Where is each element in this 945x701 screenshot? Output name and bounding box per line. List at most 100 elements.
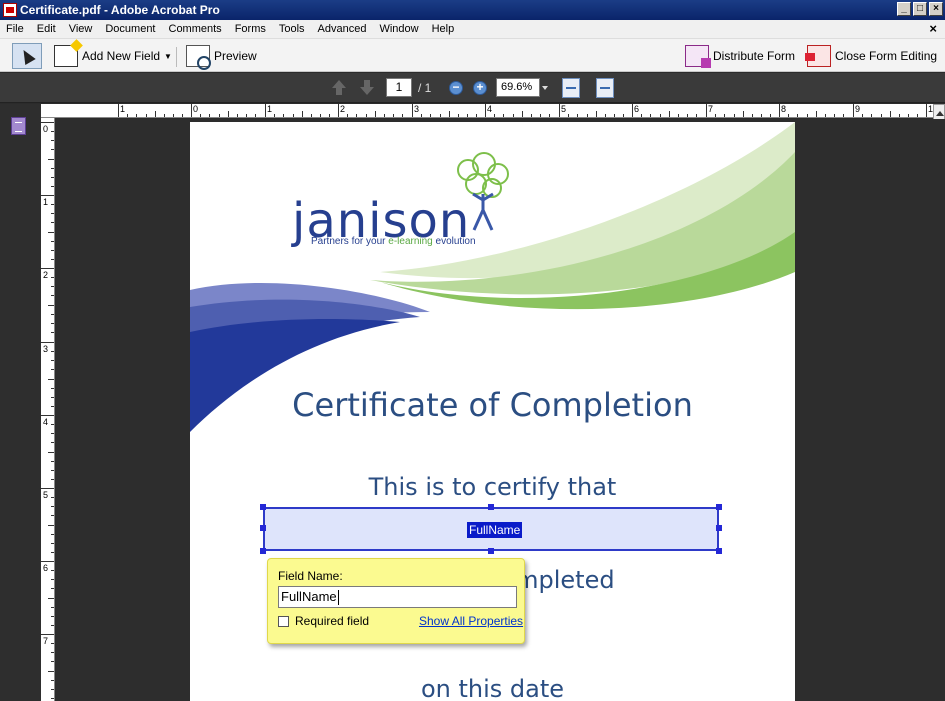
resize-handle-left[interactable] <box>260 525 266 531</box>
select-object-tool-button[interactable] <box>12 43 42 69</box>
ruler-minor-tick <box>246 114 247 117</box>
ruler-minor-tick <box>51 277 54 278</box>
next-page-icon[interactable] <box>358 80 376 96</box>
ruler-minor-tick <box>917 114 918 117</box>
ruler-minor-tick <box>329 114 330 117</box>
ruler-minor-tick <box>51 552 54 553</box>
text-caret <box>337 590 339 606</box>
ruler-minor-tick <box>48 598 54 599</box>
zoom-out-icon[interactable]: − <box>449 81 463 95</box>
ruler-minor-tick <box>51 579 54 580</box>
menu-advanced[interactable]: Advanced <box>310 23 372 35</box>
ruler-major-tick <box>41 415 54 416</box>
ruler-minor-tick <box>834 114 835 117</box>
ruler-major-tick <box>338 104 339 117</box>
fit-width-icon[interactable] <box>562 78 580 98</box>
close-window-button[interactable]: × <box>929 2 943 16</box>
ruler-minor-tick <box>173 114 174 117</box>
ruler-label: 9 <box>855 104 861 114</box>
menu-edit[interactable]: Edit <box>29 23 61 35</box>
close-document-icon[interactable]: × <box>929 21 937 36</box>
menu-tools[interactable]: Tools <box>271 23 310 35</box>
preview-label: Preview <box>214 49 257 63</box>
ruler-major-tick <box>632 104 633 117</box>
zoom-dropdown-icon[interactable] <box>542 86 548 90</box>
menu-view[interactable]: View <box>61 23 98 35</box>
ruler-label: 3 <box>43 344 49 354</box>
required-field-checkbox[interactable] <box>278 616 289 627</box>
ruler-minor-tick <box>752 114 753 117</box>
ruler-minor-tick <box>51 388 54 389</box>
zoom-in-icon[interactable]: + <box>473 81 487 95</box>
ruler-minor-tick <box>678 114 679 117</box>
tagline-part-3: evolution <box>432 236 476 247</box>
menu-comments[interactable]: Comments <box>161 23 227 35</box>
ruler-minor-tick <box>696 114 697 117</box>
zoom-level-input[interactable]: 69.6% <box>496 78 540 97</box>
ruler-label: 7 <box>708 104 714 114</box>
page-navigation-bar: 1 / 1 − + 69.6% <box>0 73 945 103</box>
ruler-minor-tick <box>899 114 900 117</box>
resize-handle-bottom[interactable] <box>488 548 494 554</box>
ruler-minor-tick <box>155 111 156 117</box>
ruler-minor-tick <box>51 168 54 169</box>
add-field-icon <box>54 45 78 67</box>
ruler-minor-tick <box>51 442 54 443</box>
distribute-form-button[interactable]: Distribute Form <box>685 43 795 69</box>
resize-handle-right[interactable] <box>716 525 722 531</box>
navigation-panel-rail <box>0 104 41 701</box>
menu-file[interactable]: File <box>0 23 29 35</box>
ruler-minor-tick <box>51 479 54 480</box>
ruler-label: 3 <box>414 104 420 114</box>
show-all-properties-link[interactable]: Show All Properties <box>419 614 523 628</box>
ruler-minor-tick <box>200 114 201 117</box>
ruler-minor-tick <box>293 114 294 117</box>
page-number-input[interactable]: 1 <box>386 78 412 97</box>
ruler-minor-tick <box>51 314 54 315</box>
ruler-major-tick <box>41 195 54 196</box>
ruler-major-tick <box>412 104 413 117</box>
date-line: on this date <box>420 675 565 701</box>
ruler-minor-tick <box>51 222 54 223</box>
ruler-minor-tick <box>274 114 275 117</box>
fullname-form-field[interactable]: FullName <box>260 504 722 554</box>
ruler-minor-tick <box>127 114 128 117</box>
fit-page-icon[interactable] <box>596 78 614 98</box>
preview-button[interactable]: Preview <box>186 43 257 70</box>
field-name-input[interactable]: FullName <box>278 586 517 608</box>
menu-window[interactable]: Window <box>371 23 423 35</box>
previous-page-icon[interactable] <box>330 80 348 96</box>
ruler-major-tick <box>706 104 707 117</box>
menu-bar: File Edit View Document Comments Forms T… <box>0 20 945 38</box>
resize-handle-top[interactable] <box>488 504 494 510</box>
resize-handle-bottom-right[interactable] <box>716 548 722 554</box>
ruler-minor-tick <box>51 506 54 507</box>
minimize-button[interactable]: _ <box>897 2 911 16</box>
ruler-major-tick <box>265 104 266 117</box>
resize-handle-top-left[interactable] <box>260 504 266 510</box>
ruler-minor-tick <box>540 114 541 117</box>
arrow-cursor-icon <box>18 46 36 66</box>
ruler-major-tick <box>853 104 854 117</box>
menu-document[interactable]: Document <box>97 23 160 35</box>
ruler-minor-tick <box>219 114 220 117</box>
ruler-minor-tick <box>228 111 229 117</box>
ruler-minor-tick <box>51 259 54 260</box>
resize-handle-bottom-left[interactable] <box>260 548 266 554</box>
ruler-minor-tick <box>51 369 54 370</box>
ruler-minor-tick <box>384 114 385 117</box>
ruler-label: 5 <box>43 490 49 500</box>
resize-handle-top-right[interactable] <box>716 504 722 510</box>
ruler-minor-tick <box>51 588 54 589</box>
pages-panel-icon[interactable] <box>11 117 26 135</box>
ruler-minor-tick <box>734 114 735 117</box>
menu-help[interactable]: Help <box>424 23 460 35</box>
ruler-minor-tick <box>421 114 422 117</box>
document-viewport[interactable]: janison Partners for your e-learning evo… <box>56 119 945 701</box>
add-new-field-button[interactable]: Add New Field ▼ <box>54 43 172 69</box>
close-form-editing-button[interactable]: Close Form Editing <box>805 43 937 69</box>
tagline-part-2: e-learning <box>388 236 433 247</box>
vertical-ruler: 0 1 2 3 4 5 6 7 <box>41 118 55 701</box>
maximize-button[interactable]: □ <box>913 2 927 16</box>
menu-forms[interactable]: Forms <box>227 23 271 35</box>
